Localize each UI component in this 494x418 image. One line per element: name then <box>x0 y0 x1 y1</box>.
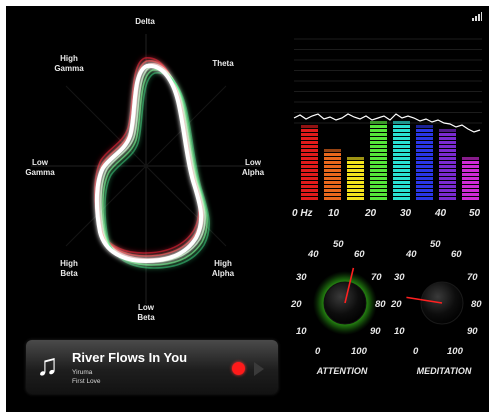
eq-bar-7 <box>462 157 479 200</box>
attention-tick-20: 20 <box>291 299 302 310</box>
eq-bar-0 <box>301 125 318 200</box>
attention-tick-40: 40 <box>308 249 319 260</box>
app-screen: Delta Theta Low Alpha High Alpha Low Bet… <box>6 6 489 412</box>
play-button[interactable] <box>254 362 264 376</box>
attention-tick-0: 0 <box>315 346 321 357</box>
eq-bar-6 <box>439 129 456 200</box>
frequency-equalizer <box>293 38 482 200</box>
attention-tick-60: 60 <box>354 249 365 260</box>
freq-label-30: 30 <box>400 208 412 219</box>
meditation-tick-100: 100 <box>447 346 463 357</box>
radar-label-high-beta: High Beta <box>60 259 78 278</box>
freq-label-10: 10 <box>328 208 340 219</box>
attention-tick-10: 10 <box>296 326 307 337</box>
eq-bar-5 <box>416 125 433 200</box>
meditation-tick-40: 40 <box>406 249 417 260</box>
eq-bar-2 <box>347 157 364 200</box>
meditation-tick-30: 30 <box>394 272 405 283</box>
attention-label: ATTENTION <box>316 366 368 376</box>
radar-label-low-beta: Low Beta <box>137 303 155 322</box>
meditation-tick-60: 60 <box>451 249 462 260</box>
meditation-tick-70: 70 <box>467 272 478 283</box>
attention-tick-50: 50 <box>333 239 344 250</box>
meditation-tick-50: 50 <box>430 239 441 250</box>
attention-tick-70: 70 <box>371 272 382 283</box>
radar-label-delta: Delta <box>135 17 155 26</box>
meditation-tick-80: 80 <box>471 299 482 310</box>
attention-tick-100: 100 <box>351 346 367 357</box>
radar-shape-trails <box>94 57 210 269</box>
meditation-tick-20: 20 <box>391 299 402 310</box>
song-title: River Flows In You <box>72 350 188 365</box>
radar-label-high-alpha: High Alpha <box>211 259 235 278</box>
record-button[interactable] <box>232 362 245 375</box>
attention-tick-80: 80 <box>375 299 386 310</box>
radar-label-theta: Theta <box>212 59 234 68</box>
meditation-tick-10: 10 <box>394 326 405 337</box>
eq-bar-1 <box>324 149 341 200</box>
meditation-tick-90: 90 <box>467 326 478 337</box>
freq-label-20: 20 <box>365 208 377 219</box>
eq-bar-3 <box>370 121 387 200</box>
freq-label-50: 50 <box>469 208 481 219</box>
attention-tick-30: 30 <box>296 272 307 283</box>
meditation-tick-0: 0 <box>413 346 419 357</box>
meditation-label: MEDITATION <box>416 366 472 376</box>
song-artist: Yiruma <box>72 369 93 376</box>
eq-bar-4 <box>393 121 410 200</box>
freq-label-40: 40 <box>435 208 447 219</box>
radar-label-low-alpha: Low Alpha <box>241 158 265 177</box>
radar-label-high-gamma: High Gamma <box>54 54 84 73</box>
song-album: First Love <box>72 378 101 385</box>
radar-label-low-gamma: Low Gamma <box>25 158 55 177</box>
attention-tick-90: 90 <box>370 326 381 337</box>
music-player-bar[interactable]: ♫ River Flows In You Yiruma First Love <box>26 340 278 394</box>
freq-label-0: 0 Hz <box>292 208 313 219</box>
music-note-icon: ♫ <box>36 349 59 382</box>
